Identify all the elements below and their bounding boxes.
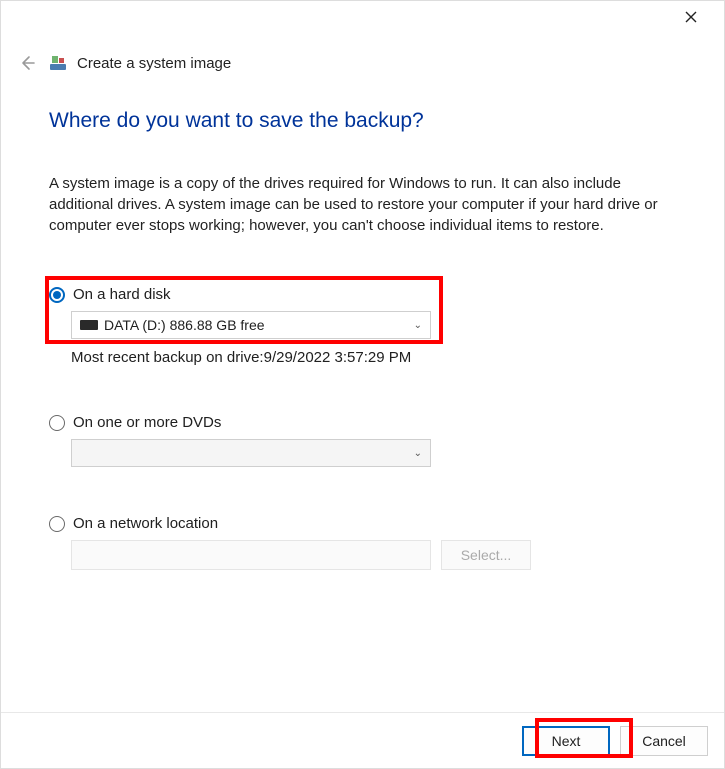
backup-status: Most recent backup on drive:9/29/2022 3:… xyxy=(71,349,676,366)
drive-select[interactable]: DATA (D:) 886.88 GB free ⌄ xyxy=(71,311,431,339)
header: Create a system image xyxy=(15,51,231,75)
footer: Next Cancel xyxy=(1,712,724,768)
close-button[interactable] xyxy=(676,4,706,34)
network-path-input xyxy=(71,540,431,570)
close-icon xyxy=(685,11,697,23)
back-button[interactable] xyxy=(15,51,39,75)
radio-label-hard-disk: On a hard disk xyxy=(73,286,171,303)
page-heading: Where do you want to save the backup? xyxy=(49,109,676,133)
radio-icon xyxy=(49,287,65,303)
radio-hard-disk[interactable]: On a hard disk xyxy=(49,286,676,303)
drive-select-value: DATA (D:) 886.88 GB free xyxy=(104,317,265,333)
next-button[interactable]: Next xyxy=(522,726,610,756)
radio-icon xyxy=(49,516,65,532)
radio-label-dvd: On one or more DVDs xyxy=(73,414,221,431)
radio-network[interactable]: On a network location xyxy=(49,515,676,532)
option-dvd: On one or more DVDs ⌄ xyxy=(49,414,676,467)
radio-icon xyxy=(49,415,65,431)
back-arrow-icon xyxy=(18,54,36,72)
chevron-down-icon: ⌄ xyxy=(414,320,422,331)
page-description: A system image is a copy of the drives r… xyxy=(49,173,676,236)
dvd-select: ⌄ xyxy=(71,439,431,467)
backup-status-time: 9/29/2022 3:57:29 PM xyxy=(264,349,412,366)
radio-dvd[interactable]: On one or more DVDs xyxy=(49,414,676,431)
option-network: On a network location Select... xyxy=(49,515,676,570)
chevron-down-icon: ⌄ xyxy=(414,448,422,459)
window-title: Create a system image xyxy=(77,55,231,72)
option-hard-disk: On a hard disk DATA (D:) 886.88 GB free … xyxy=(49,286,676,366)
drive-icon xyxy=(80,320,98,330)
backup-status-prefix: Most recent backup on drive: xyxy=(71,349,264,366)
select-network-button: Select... xyxy=(441,540,531,570)
system-image-icon xyxy=(49,54,67,72)
radio-label-network: On a network location xyxy=(73,515,218,532)
cancel-button[interactable]: Cancel xyxy=(620,726,708,756)
